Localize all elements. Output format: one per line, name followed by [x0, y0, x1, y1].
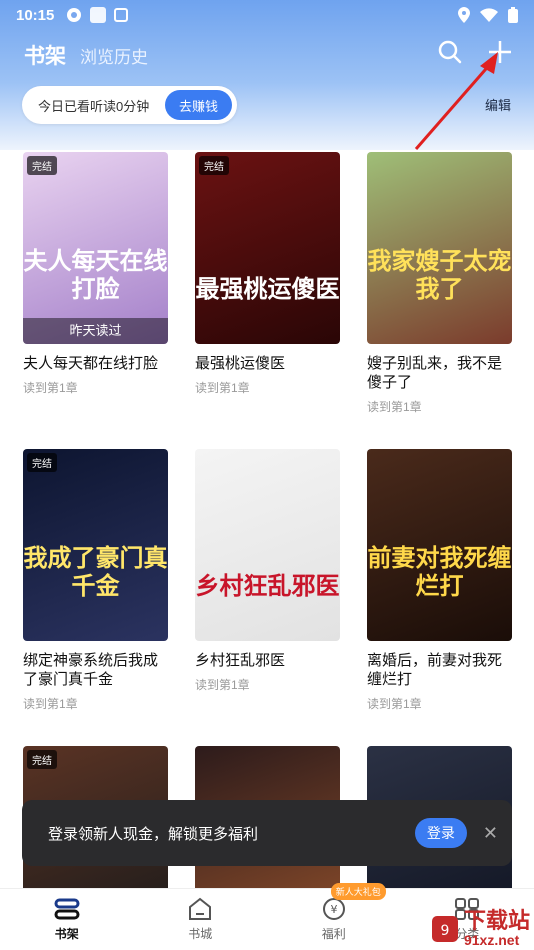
new-user-gift-badge: 新人大礼包: [330, 883, 386, 900]
bookshelf-icon: [54, 898, 80, 920]
book-item[interactable]: 乡村狂乱邪医 乡村狂乱邪医 读到第1章: [195, 449, 340, 693]
settings-status-icon: [67, 8, 82, 22]
location-icon: [458, 7, 470, 23]
completed-badge: 完结: [199, 156, 229, 175]
battery-icon: [508, 7, 518, 23]
tab-browse-history[interactable]: 浏览历史: [80, 43, 148, 68]
status-bar: 10:15: [0, 0, 534, 30]
cover-title-art: 我家嫂子太宠我了: [367, 248, 512, 303]
reading-progress: 读到第1章: [23, 697, 78, 711]
app-status-icon: [114, 8, 129, 22]
book-item[interactable]: 完结夫人每天在线打脸昨天读过夫人每天都在线打脸 读到第1章: [23, 152, 168, 396]
nav-store-label: 书城: [188, 927, 213, 941]
nav-welfare-label: 福利: [321, 927, 346, 941]
book-item[interactable]: 前妻对我死缠烂打离婚后，前妻对我死缠烂打读到第1章: [367, 449, 512, 712]
nav-bookshelf[interactable]: 书架: [32, 897, 102, 942]
book-cover[interactable]: 我家嫂子太宠我了: [367, 152, 512, 344]
book-cover[interactable]: 乡村狂乱邪医: [195, 449, 340, 641]
watermark-main: 下载站: [463, 908, 530, 933]
reading-progress: 读到第1章: [367, 697, 422, 711]
watermark-logo-icon: 9: [431, 916, 458, 942]
nav-welfare[interactable]: 新人大礼包 ¥ 福利: [299, 883, 386, 942]
book-item[interactable]: 完结 最强桃运傻医 最强桃运傻医 读到第1章: [195, 152, 340, 396]
edit-button[interactable]: 编辑: [485, 95, 511, 114]
site-watermark: 9 下载站 91xz.net: [430, 910, 530, 948]
tab-bookshelf[interactable]: 书架: [24, 40, 66, 70]
watermark-sub: 91xz.net: [463, 932, 520, 948]
book-cover[interactable]: 前妻对我死缠烂打: [367, 449, 512, 641]
cover-title-art: 乡村狂乱邪医: [195, 573, 340, 600]
nav-bookshelf-label: 书架: [54, 927, 79, 941]
completed-badge: 完结: [27, 750, 57, 769]
svg-text:¥: ¥: [330, 903, 337, 916]
book-title: 离婚后，前妻对我死缠烂打: [367, 652, 503, 688]
close-icon[interactable]: ✕: [483, 823, 498, 844]
wifi-icon: [480, 8, 498, 22]
completed-badge: 完结: [27, 156, 57, 175]
completed-badge: 完结: [27, 453, 57, 472]
notification-square-icon: [90, 7, 107, 23]
status-time: 10:15: [16, 6, 55, 24]
earn-money-button[interactable]: 去赚钱: [164, 90, 232, 120]
login-toast: 登录领新人现金，解锁更多福利 登录 ✕: [22, 800, 512, 866]
svg-text:9: 9: [441, 923, 450, 939]
reading-time-text: 今日已看听读0分钟: [38, 98, 150, 114]
last-read-label: 昨天读过: [23, 318, 168, 344]
toast-text: 登录领新人现金，解锁更多福利: [48, 825, 259, 843]
book-cover[interactable]: 完结我成了豪门真千金: [23, 449, 168, 641]
welfare-icon: ¥: [322, 898, 345, 920]
reading-progress: 读到第1章: [367, 400, 422, 414]
book-title: 乡村狂乱邪医: [195, 652, 286, 669]
store-icon: [189, 897, 212, 920]
reading-progress: 读到第1章: [195, 678, 250, 692]
book-title: 最强桃运傻医: [195, 355, 286, 372]
book-cover[interactable]: 完结夫人每天在线打脸昨天读过: [23, 152, 168, 344]
top-tabs: 书架 浏览历史: [24, 40, 148, 70]
reading-time-pill: 今日已看听读0分钟 去赚钱: [22, 86, 237, 124]
reading-progress: 读到第1章: [195, 381, 250, 395]
book-item[interactable]: 完结我成了豪门真千金绑定神豪系统后我成了豪门真千金读到第1章: [23, 449, 168, 712]
book-item[interactable]: 我家嫂子太宠我了嫂子别乱来，我不是傻子了读到第1章: [367, 152, 512, 415]
book-title: 夫人每天都在线打脸: [23, 355, 159, 372]
reading-progress: 读到第1章: [23, 381, 78, 395]
nav-store[interactable]: 书城: [165, 897, 235, 942]
toast-login-button[interactable]: 登录: [414, 818, 467, 848]
book-cover[interactable]: 完结最强桃运傻医: [195, 152, 340, 344]
book-title: 嫂子别乱来，我不是傻子了: [367, 355, 503, 391]
cover-title-art: 最强桃运傻医: [195, 276, 340, 303]
book-title: 绑定神豪系统后我成了豪门真千金: [23, 652, 159, 688]
cover-title-art: 前妻对我死缠烂打: [367, 545, 512, 600]
cover-title-art: 夫人每天在线打脸: [23, 248, 168, 303]
cover-title-art: 我成了豪门真千金: [23, 545, 168, 600]
